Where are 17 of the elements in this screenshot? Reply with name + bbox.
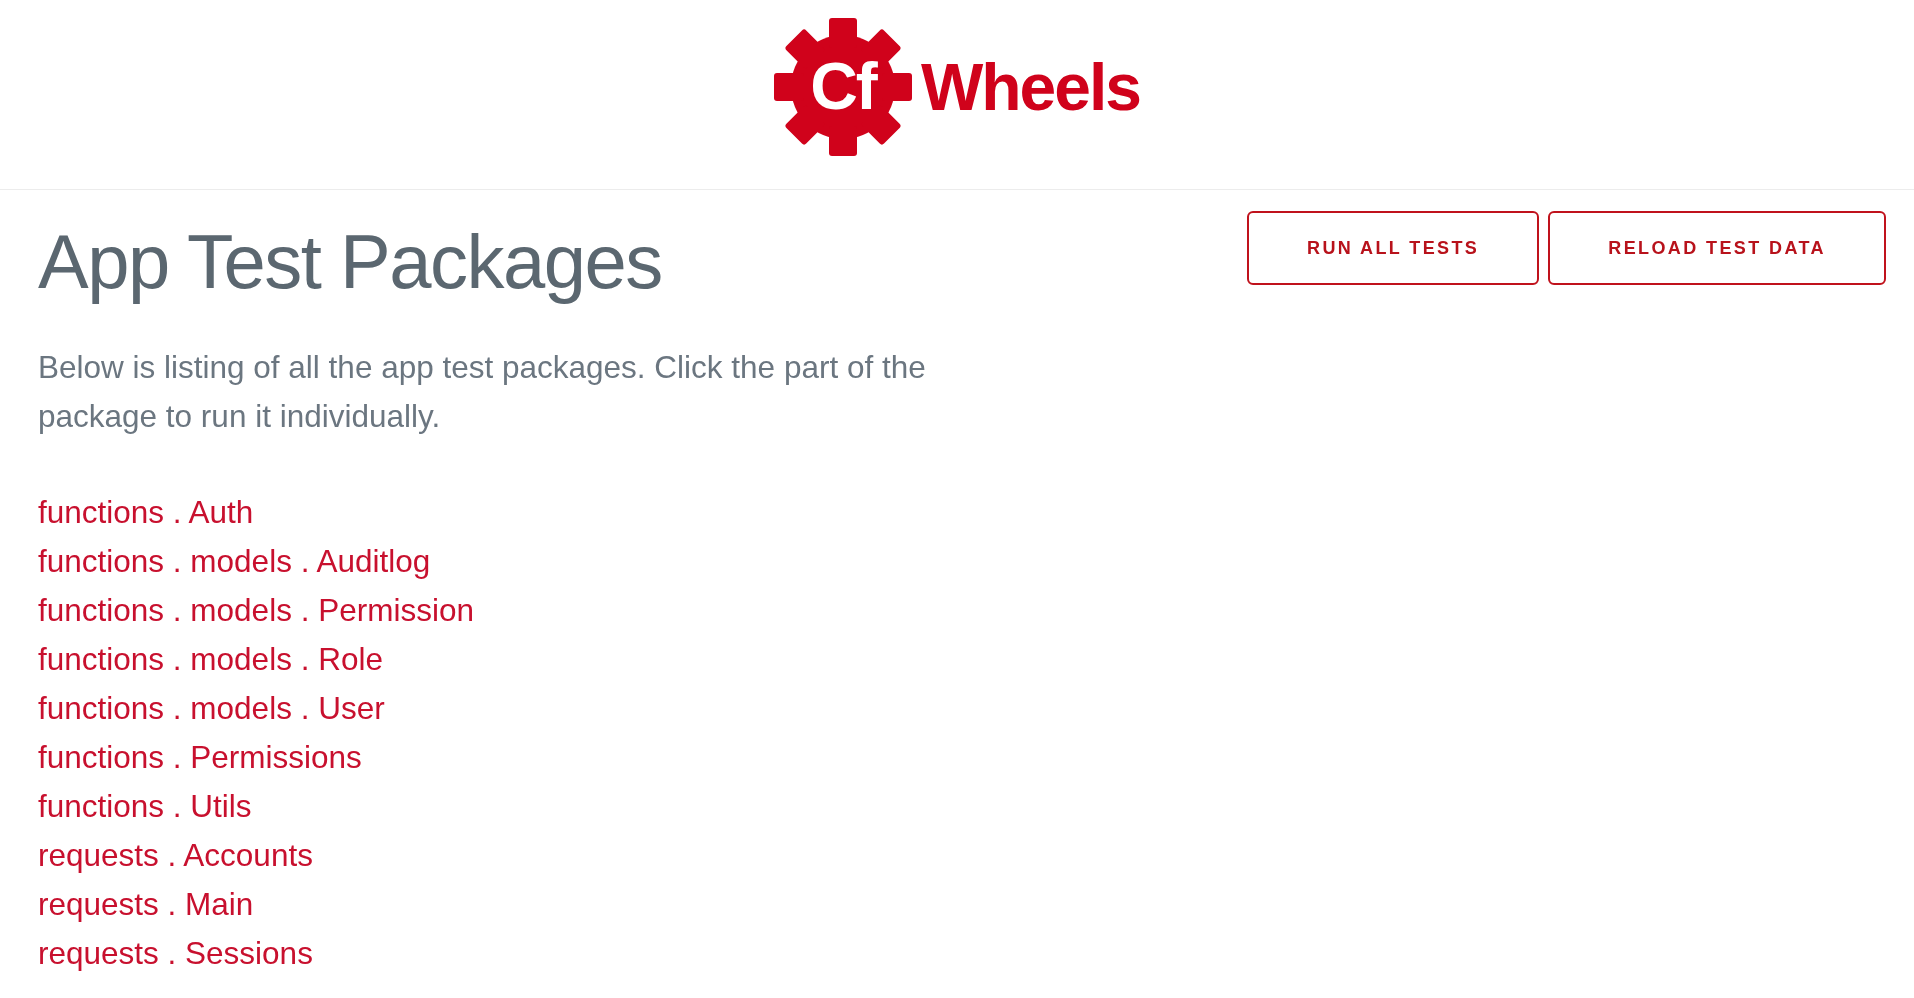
page-title: App Test Packages (38, 220, 662, 304)
package-link[interactable]: functions . Utils (38, 787, 252, 824)
package-link[interactable]: functions . Auth (38, 493, 254, 530)
package-link[interactable]: functions . models . Auditlog (38, 542, 431, 579)
package-link[interactable]: functions . models . User (38, 689, 385, 726)
package-link[interactable]: requests . Sessions (38, 934, 313, 971)
gear-icon (773, 18, 912, 156)
logo-mark-text: Cf (810, 52, 876, 119)
package-link[interactable]: functions . models . Role (38, 640, 383, 677)
package-link[interactable]: requests . Main (38, 885, 254, 922)
logo-text: Wheels (920, 50, 1141, 124)
intro-text: Below is listing of all the app test packages. Click the part of the package to run it individually. (38, 347, 927, 436)
action-button[interactable]: RUN ALL TESTS (1247, 211, 1540, 285)
package-link[interactable]: functions . models . Permission (38, 591, 474, 628)
package-link[interactable]: functions . Permissions (38, 738, 362, 775)
package-link[interactable]: requests . Accounts (38, 836, 313, 873)
action-button[interactable]: RELOAD TEST DATA (1548, 211, 1886, 285)
